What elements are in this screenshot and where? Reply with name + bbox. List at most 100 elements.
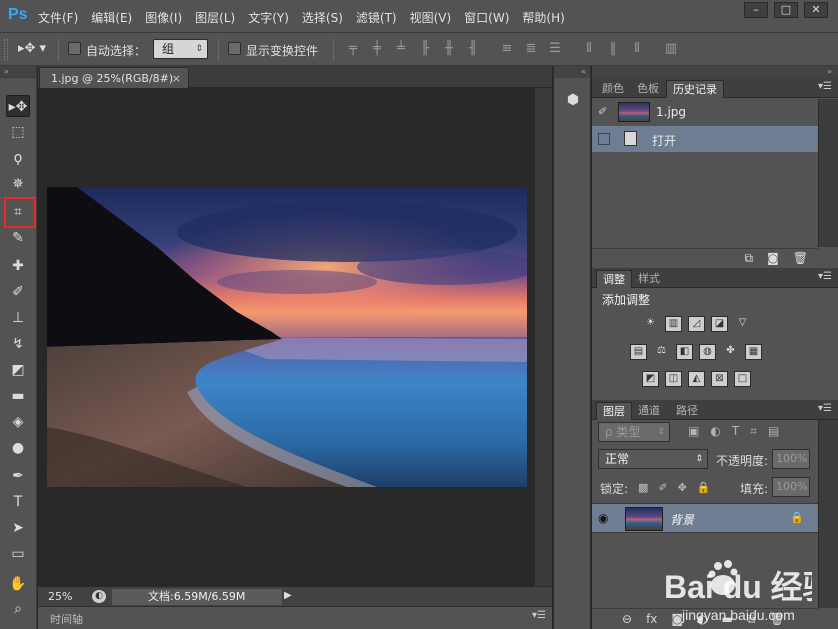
- 3d-cube-icon[interactable]: ⬢: [565, 92, 581, 108]
- auto-select-dropdown[interactable]: 组 ⇕: [153, 39, 208, 59]
- distribute-right-icon[interactable]: ⦀: [629, 41, 645, 57]
- tab-swatches[interactable]: 色板: [631, 80, 665, 98]
- panel-menu-icon[interactable]: ▾☰: [818, 403, 832, 414]
- layers-scrollbar[interactable]: [818, 420, 838, 608]
- camera-icon[interactable]: ◙: [767, 251, 779, 266]
- lock-transparent-icon[interactable]: ▩: [638, 481, 648, 494]
- eraser-tool-icon[interactable]: ◩: [6, 359, 30, 381]
- align-vcenter-icon[interactable]: ╪: [369, 41, 385, 57]
- new-document-from-state-icon[interactable]: ⧉: [745, 251, 754, 266]
- lock-image-icon[interactable]: ✐: [658, 481, 667, 494]
- distribute-vcenter-icon[interactable]: ≣: [523, 41, 539, 57]
- vibrance-icon[interactable]: ▽: [734, 316, 751, 332]
- clone-stamp-tool-icon[interactable]: ⊥: [6, 307, 30, 329]
- distribute-left-icon[interactable]: ⫴: [581, 41, 597, 57]
- history-brush-source-icon[interactable]: ✐: [598, 105, 607, 118]
- menu-edit[interactable]: 编辑(E): [91, 9, 132, 26]
- zoom-level-field[interactable]: 25%: [48, 590, 72, 603]
- filter-type-icon[interactable]: T: [732, 424, 739, 439]
- tab-adjustments[interactable]: 调整: [596, 270, 632, 288]
- opacity-field[interactable]: 100%: [772, 449, 810, 469]
- tool-preset-picker[interactable]: ▸✥ ▾: [18, 41, 46, 56]
- eyedropper-tool-icon[interactable]: ✎: [6, 227, 30, 249]
- lock-all-icon[interactable]: 🔒: [697, 481, 711, 494]
- auto-select-checkbox[interactable]: [68, 42, 81, 55]
- menu-type[interactable]: 文字(Y): [248, 9, 289, 26]
- status-info-icon[interactable]: ◐: [92, 590, 106, 603]
- align-bottom-icon[interactable]: ╧: [393, 41, 409, 57]
- menu-file[interactable]: 文件(F): [38, 9, 78, 26]
- menu-filter[interactable]: 滤镜(T): [356, 9, 397, 26]
- lock-position-icon[interactable]: ✥: [678, 481, 687, 494]
- tab-paths[interactable]: 路径: [670, 402, 704, 420]
- tab-history[interactable]: 历史记录: [666, 80, 724, 98]
- menu-layer[interactable]: 图层(L): [195, 9, 235, 26]
- brightness-icon[interactable]: ☀: [642, 316, 659, 332]
- menu-image[interactable]: 图像(I): [145, 9, 182, 26]
- move-tool-icon[interactable]: ▸✥: [6, 95, 30, 117]
- gradient-tool-icon[interactable]: ▬: [6, 385, 30, 407]
- type-tool-icon[interactable]: T: [6, 491, 30, 513]
- panel-menu-icon[interactable]: ▾☰: [532, 610, 546, 621]
- magic-wand-tool-icon[interactable]: ✵: [6, 173, 30, 195]
- strip-collapse-icon[interactable]: «: [554, 66, 590, 78]
- minimize-button[interactable]: –: [744, 2, 768, 18]
- history-state-row[interactable]: 打开: [592, 126, 818, 152]
- align-top-icon[interactable]: ╤: [345, 41, 361, 57]
- close-button[interactable]: ✕: [804, 2, 828, 18]
- blend-mode-dropdown[interactable]: 正常 ⇕: [598, 449, 708, 469]
- align-hcenter-icon[interactable]: ╫: [441, 41, 457, 57]
- document-image[interactable]: [47, 187, 527, 487]
- tab-channels[interactable]: 通道: [632, 402, 666, 420]
- brush-tool-icon[interactable]: ✐: [6, 281, 30, 303]
- invert-icon[interactable]: ◩: [642, 371, 659, 387]
- filter-smart-object-icon[interactable]: ▤: [768, 424, 779, 439]
- history-scrollbar[interactable]: [818, 99, 838, 247]
- panel-menu-icon[interactable]: ▾☰: [818, 81, 832, 92]
- show-transform-checkbox[interactable]: [228, 42, 241, 55]
- tab-layers[interactable]: 图层: [596, 402, 632, 420]
- fx-icon[interactable]: fx: [646, 612, 657, 629]
- exposure-icon[interactable]: ◪: [711, 316, 728, 332]
- levels-icon[interactable]: ▥: [665, 316, 682, 332]
- maximize-button[interactable]: □: [774, 2, 798, 18]
- history-brush-tool-icon[interactable]: ↯: [6, 333, 30, 355]
- align-right-icon[interactable]: ╢: [465, 41, 481, 57]
- pen-tool-icon[interactable]: ✒: [6, 465, 30, 487]
- tab-styles[interactable]: 样式: [632, 270, 666, 288]
- filter-adjustment-icon[interactable]: ◐: [710, 424, 720, 439]
- timeline-tab[interactable]: 时间轴: [50, 611, 83, 627]
- gradient-map-icon[interactable]: ⊠: [711, 371, 728, 387]
- filter-pixel-icon[interactable]: ▣: [688, 424, 699, 439]
- tools-collapse-icon[interactable]: »: [0, 66, 36, 78]
- marquee-tool-icon[interactable]: ⬚: [6, 121, 30, 143]
- posterize-icon[interactable]: ◫: [665, 371, 682, 387]
- curves-icon[interactable]: ◿: [688, 316, 705, 332]
- black-white-icon[interactable]: ◧: [676, 344, 693, 360]
- trash-icon[interactable]: 🗑: [793, 251, 808, 266]
- align-left-icon[interactable]: ╟: [417, 41, 433, 57]
- panel-menu-icon[interactable]: ▾☰: [818, 271, 832, 282]
- history-snapshot-row[interactable]: ✐ 1.jpg: [592, 99, 818, 125]
- threshold-icon[interactable]: ◭: [688, 371, 705, 387]
- distribute-bottom-icon[interactable]: ☰: [547, 41, 563, 57]
- document-tab[interactable]: 1.jpg @ 25%(RGB/8#) ×: [39, 67, 189, 88]
- history-state-checkbox[interactable]: [598, 133, 610, 145]
- link-layers-icon[interactable]: ⊖: [622, 612, 632, 629]
- layer-filter-dropdown[interactable]: ρ 类型 ⇕: [598, 422, 670, 442]
- close-tab-icon[interactable]: ×: [172, 68, 181, 89]
- menu-view[interactable]: 视图(V): [410, 9, 452, 26]
- panels-collapse-icon[interactable]: »: [592, 66, 838, 78]
- dodge-tool-icon[interactable]: ●: [6, 437, 30, 459]
- canvas-vertical-scrollbar[interactable]: [534, 88, 552, 586]
- eye-icon[interactable]: ◉: [598, 511, 608, 525]
- channel-mixer-icon[interactable]: ✤: [722, 344, 739, 360]
- zoom-tool-icon[interactable]: ⌕: [6, 598, 30, 620]
- filter-shape-icon[interactable]: ⌗: [750, 424, 757, 439]
- auto-align-icon[interactable]: ▥: [663, 41, 679, 57]
- lasso-tool-icon[interactable]: ϙ: [6, 147, 30, 169]
- distribute-top-icon[interactable]: ≡: [499, 41, 515, 57]
- distribute-hcenter-icon[interactable]: ‖: [605, 41, 621, 57]
- menu-help[interactable]: 帮助(H): [522, 9, 564, 26]
- status-menu-arrow-icon[interactable]: ▶: [284, 590, 292, 601]
